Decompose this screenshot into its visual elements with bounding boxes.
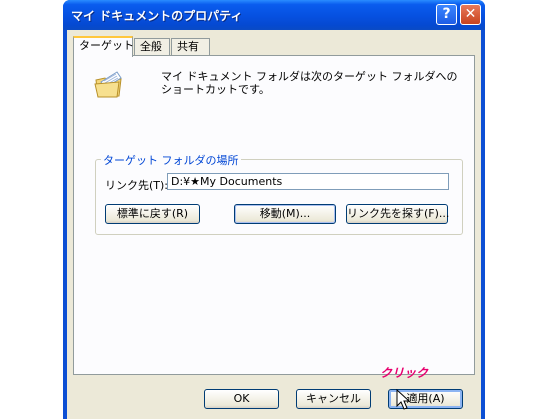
dialog-client-area: ターゲット 全般 共有 マイ ドキュメント フォルダは次のターゲット フォルダへ… bbox=[67, 30, 481, 419]
tab-sharing[interactable]: 共有 bbox=[171, 38, 210, 55]
link-target-input[interactable]: D:¥★My Documents bbox=[167, 173, 449, 190]
move-button[interactable]: 移動(M)... bbox=[234, 204, 336, 224]
tab-target[interactable]: ターゲット bbox=[73, 36, 134, 57]
ok-button[interactable]: OK bbox=[204, 389, 279, 409]
close-button[interactable]: ✕ bbox=[460, 4, 481, 25]
tab-general[interactable]: 全般 bbox=[134, 38, 170, 55]
restore-default-button[interactable]: 標準に戻す(R) bbox=[105, 204, 200, 224]
window-title: マイ ドキュメントのプロパティ bbox=[71, 9, 243, 23]
target-description: マイ ドキュメント フォルダは次のターゲット フォルダへのショートカットです。 bbox=[161, 70, 458, 96]
target-location-group-label: ターゲット フォルダの場所 bbox=[101, 152, 241, 168]
mouse-cursor-icon bbox=[396, 389, 411, 410]
link-field-label: リンク先(T): bbox=[105, 179, 169, 192]
target-tab-panel: マイ ドキュメント フォルダは次のターゲット フォルダへのショートカットです。 … bbox=[73, 55, 475, 375]
click-callout: クリック bbox=[380, 366, 429, 380]
title-bar[interactable]: マイ ドキュメントのプロパティ ? ✕ bbox=[63, 0, 485, 30]
my-documents-folder-icon bbox=[94, 71, 122, 98]
help-button[interactable]: ? bbox=[436, 4, 457, 25]
find-target-button[interactable]: リンク先を探す(F)... bbox=[346, 204, 449, 224]
cancel-button[interactable]: キャンセル bbox=[296, 389, 371, 409]
properties-dialog: マイ ドキュメントのプロパティ ? ✕ ターゲット 全般 共有 マイ ドキュメン… bbox=[63, 0, 485, 419]
